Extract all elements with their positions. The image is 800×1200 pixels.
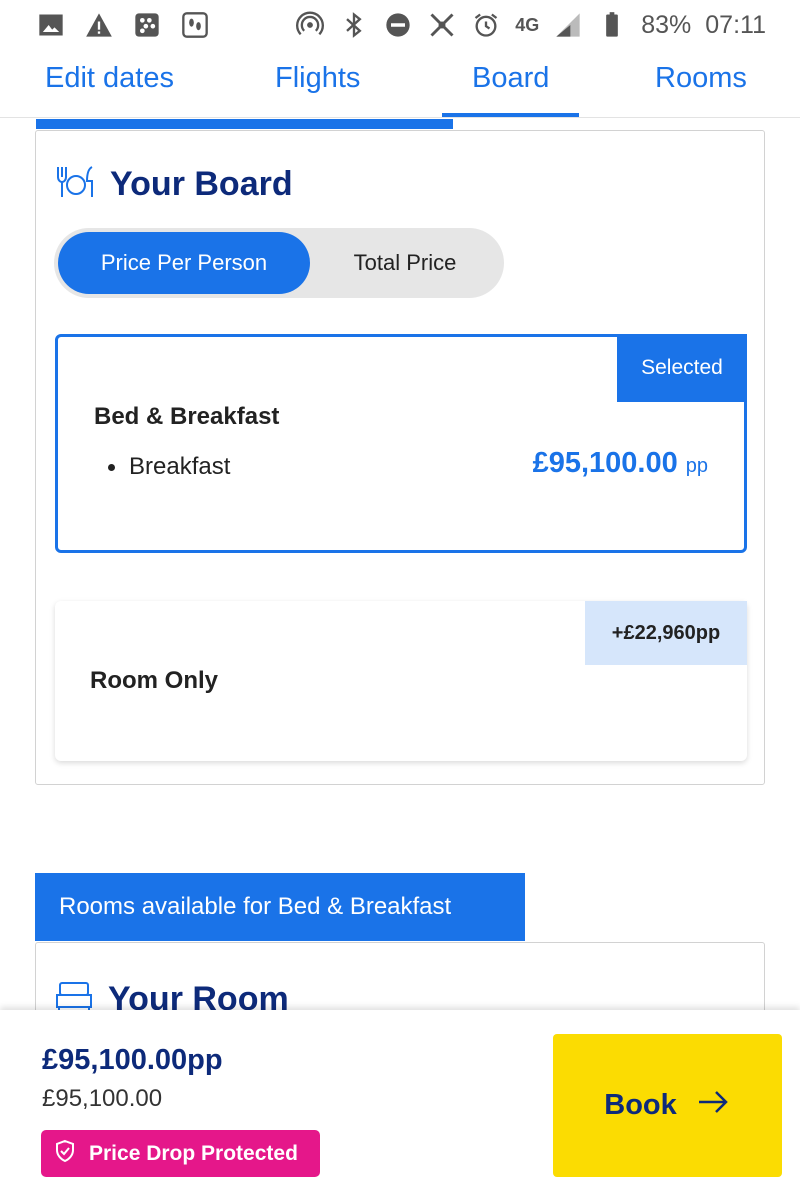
board-option-bed-breakfast[interactable]: Selected Bed & Breakfast Breakfast £95,1…	[55, 334, 747, 553]
steps-icon	[180, 10, 210, 40]
bbm-icon	[132, 10, 162, 40]
bullet	[108, 463, 115, 471]
price-difference-badge: +£22,960pp	[585, 601, 747, 665]
dnd-icon	[383, 10, 413, 40]
board-option-name: Room Only	[90, 667, 219, 694]
summary-total-price: £95,100.00	[42, 1085, 163, 1112]
book-button[interactable]: Book	[553, 1034, 782, 1177]
book-label: Book	[604, 1089, 677, 1121]
alarm-icon	[471, 10, 501, 40]
total-price-option[interactable]: Total Price	[310, 232, 500, 294]
selected-badge: Selected	[617, 334, 747, 402]
price-drop-badge[interactable]: Price Drop Protected	[41, 1130, 320, 1177]
tab-edit-dates[interactable]: Edit dates	[45, 62, 174, 95]
booking-tabs: Edit dates Flights Board Rooms	[0, 50, 800, 118]
battery-icon	[597, 10, 627, 40]
price-unit: pp	[685, 455, 708, 477]
board-option-feature: Breakfast	[108, 453, 230, 481]
board-option-price: £95,100.00 pp	[533, 447, 708, 480]
summary-price-per-person: £95,100.00pp	[42, 1044, 223, 1076]
cutlery-icon	[54, 161, 96, 208]
clock: 07:11	[705, 10, 766, 39]
price-per-person-option[interactable]: Price Per Person	[58, 232, 310, 294]
shield-icon	[53, 1139, 77, 1169]
tab-rooms[interactable]: Rooms	[655, 62, 747, 95]
board-header: Your Board	[54, 161, 293, 208]
hotspot-icon	[295, 10, 325, 40]
board-option-room-only[interactable]: +£22,960pp Room Only	[55, 601, 747, 761]
price-amount: £95,100.00	[532, 447, 678, 479]
booking-summary-bar: £95,100.00pp £95,100.00 Price Drop Prote…	[0, 1010, 800, 1200]
progress-indicator	[36, 119, 453, 129]
price-drop-label: Price Drop Protected	[89, 1141, 298, 1165]
battery-level: 83%	[641, 10, 692, 39]
warning-icon	[84, 10, 114, 40]
board-title: Your Board	[110, 165, 293, 203]
board-card: Your Board Price Per Person Total Price …	[35, 130, 765, 785]
board-option-name: Bed & Breakfast	[94, 403, 280, 430]
rooms-available-banner: Rooms available for Bed & Breakfast	[35, 873, 525, 941]
arrow-right-icon	[695, 1084, 731, 1128]
network-type: 4G	[515, 14, 540, 35]
tab-flights[interactable]: Flights	[275, 62, 360, 95]
no-signal-icon	[427, 10, 457, 40]
tab-board[interactable]: Board	[441, 62, 580, 117]
status-bar: 4G 83% 07:11	[0, 0, 800, 50]
image-icon	[36, 10, 66, 40]
price-mode-toggle: Price Per Person Total Price	[54, 228, 504, 298]
feature-label: Breakfast	[129, 453, 231, 480]
signal-icon	[553, 10, 583, 40]
bluetooth-icon	[339, 10, 369, 40]
